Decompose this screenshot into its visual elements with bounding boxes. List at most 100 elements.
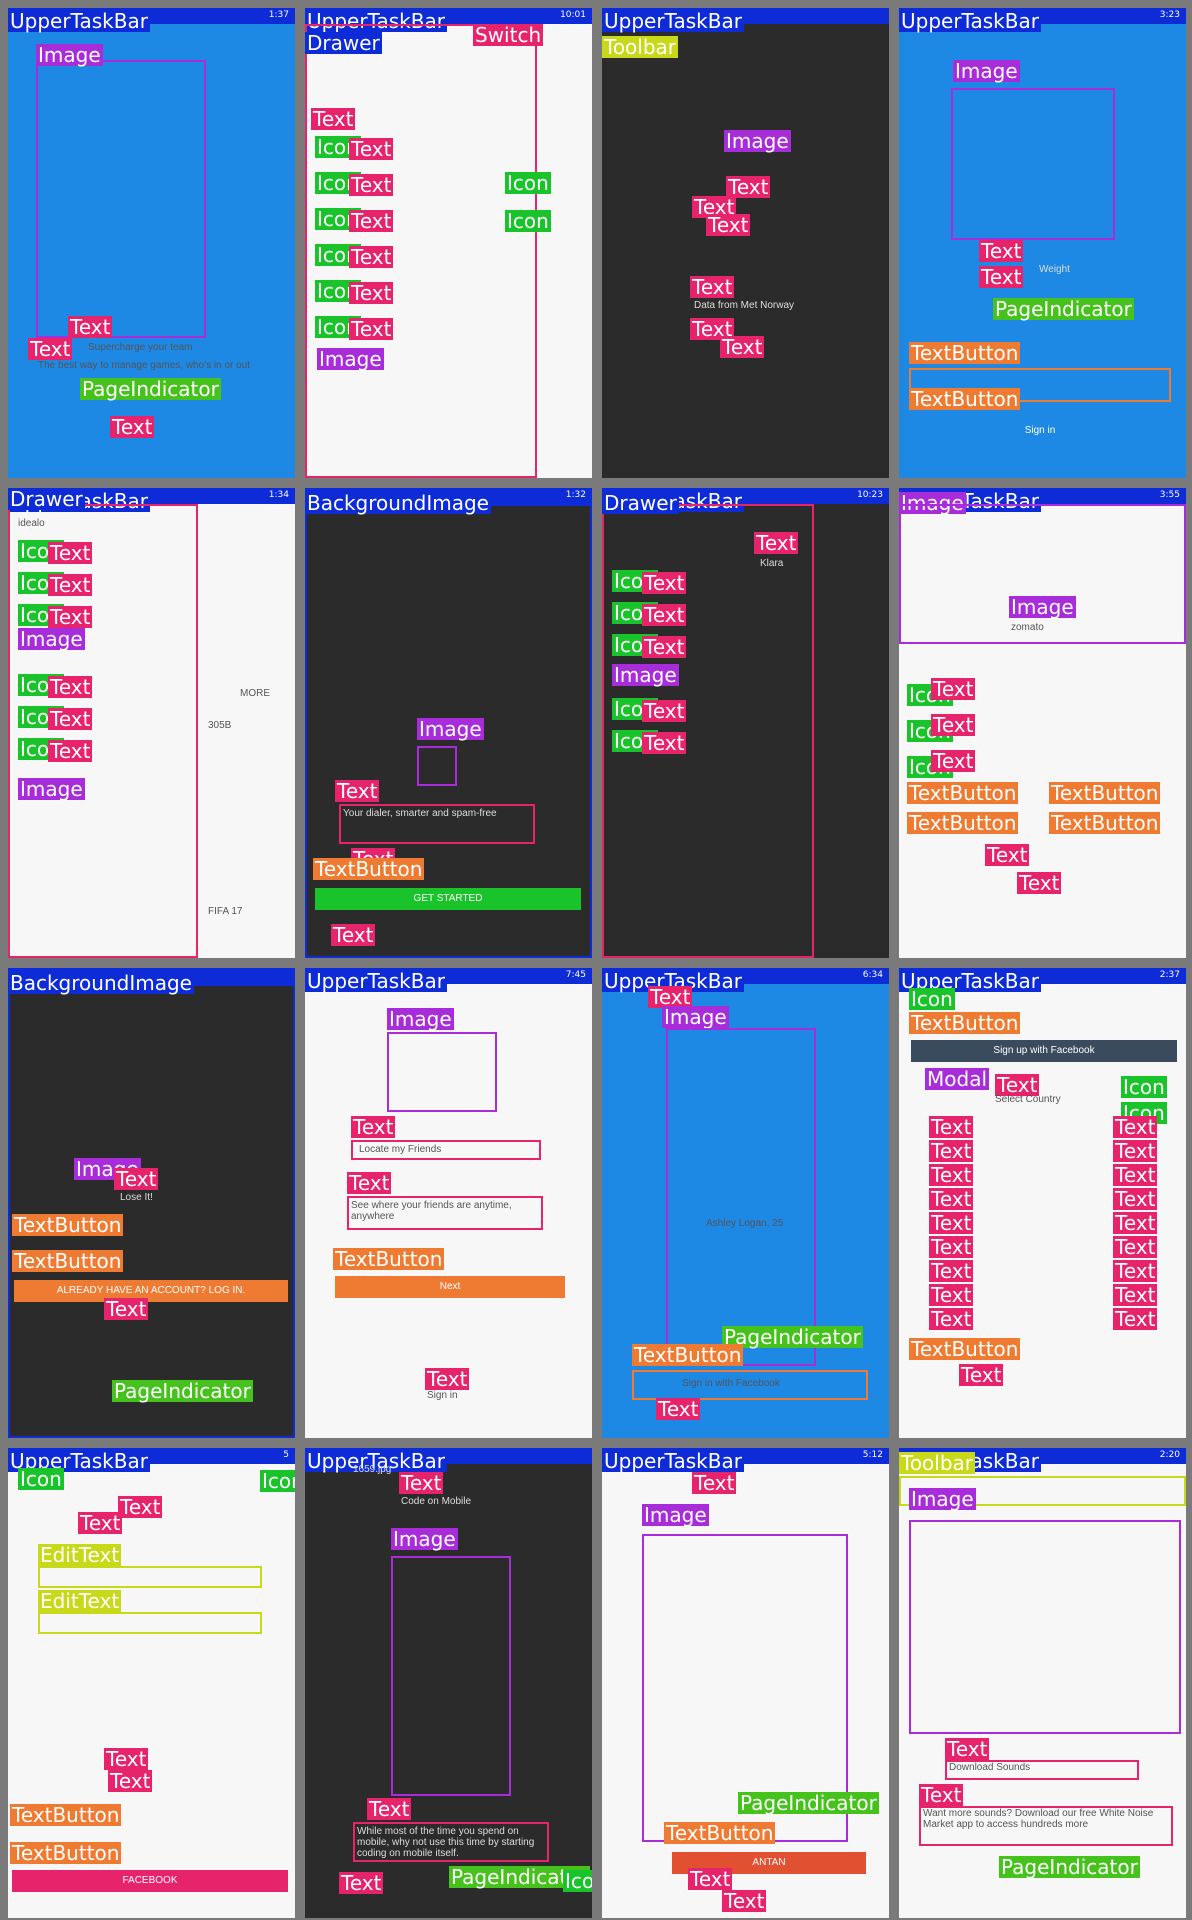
text-label: Text [425,1367,470,1391]
background-image-frame [8,984,295,1438]
status-time: 1:32 [565,490,586,500]
text-label: Text [931,677,976,701]
text-label: Text [78,1511,123,1535]
text-label: Text [48,675,93,699]
text-button-label: TextButton [909,387,1021,411]
text-button-label: TextButton [333,1247,445,1271]
text-label: Text [28,337,73,361]
caption-text: Klara [760,558,784,569]
text-label: Text [48,573,93,597]
image-label: Image [18,777,85,801]
text-label: Text [48,541,93,565]
text-label: Text [349,209,394,233]
text-button-label: TextButton [12,1213,124,1237]
status-time: 2:20 [1159,1450,1180,1460]
screenshot-cell: 7:45 UpperTaskBar Image Text Locate my Frien… [305,968,592,1438]
get-started-button[interactable]: GET STARTED [315,888,581,910]
status-time: 3:23 [1159,10,1180,20]
status-time: 5:12 [862,1450,883,1460]
phone-image-box [666,1028,816,1366]
screenshot-cell: 1:37 UpperTaskBar Image Text Text Supercharge… [8,8,295,478]
image-label: Image [642,1503,709,1527]
text-label: Text [311,107,356,131]
screenshot-cell: 2:37 UpperTaskBar Icon TextButton Sign up wi… [899,968,1186,1438]
text-button-label: TextButton [907,781,1019,805]
status-time: 7:45 [565,970,586,980]
image-label: Image [909,1487,976,1511]
caption-text: While most of the time you spend on mobi… [357,1826,535,1859]
image-label: Image [417,717,484,741]
caption-text: Weight [1039,264,1070,275]
text-label: Text [349,317,394,341]
text-label: Text [1113,1259,1158,1283]
text-label: Text [335,779,380,803]
screenshot-cell: 10:23UpperTaskBarDrawerTextKlaraIconText… [602,488,889,958]
team-image-box [36,60,206,338]
text-label: Text [642,603,687,627]
text-label: Text [931,749,976,773]
text-label: Text [331,923,376,947]
image-label: Image [1009,595,1076,619]
email-field-box [38,1566,262,1588]
status-time: 3:55 [1159,490,1180,500]
caption-text: 305B [208,720,232,731]
text-label: Text [642,699,687,723]
text-button-label: TextButton [313,857,425,881]
background-image-label: BackgroundImage [8,971,194,995]
text-label: Text [720,335,765,359]
map-image-box [387,1032,497,1112]
text-label: Text [339,1871,384,1895]
text-label: Text [114,1167,159,1191]
text-label: Text [1113,1187,1158,1211]
screenshot-cell: UpperTaskBar Toolbar Image Text Text Text Text… [602,8,889,478]
text-label: Text [1017,871,1062,895]
text-label: Text [929,1235,974,1259]
log-in-button[interactable]: ALREADY HAVE AN ACCOUNT? LOG IN. [14,1280,288,1302]
text-label: Text [754,531,799,555]
image-label: Image [612,663,679,687]
caption-text: Lose It! [120,1192,153,1203]
image-label: Image [724,129,791,153]
caption-text: Code on Mobile [401,1496,472,1507]
password-field-box [38,1612,262,1634]
drawer-label: Drawer [602,491,679,515]
image-label: Image [18,627,85,651]
caption-text: Supercharge your team [88,342,193,353]
text-button-label: TextButton [664,1821,776,1845]
text-label: Text [1113,1163,1158,1187]
sign-in-button[interactable]: Sign in [911,420,1169,442]
text-label: Text [985,843,1030,867]
screenshot-cell: 5UpperTaskBarIconIconTextTextEditTextEdi… [8,1448,295,1918]
page-indicator-label: PageIndicator [999,1855,1140,1879]
text-label: Text [931,713,976,737]
caption-text: Download Sounds [949,1762,1031,1773]
text-button-label: TextButton [909,1337,1021,1361]
text-label: Text [642,571,687,595]
caption-text: The best way to manage games, who's in o… [38,360,251,371]
status-time: 10:23 [857,490,883,500]
status-time: 1:37 [268,10,289,20]
next-button[interactable]: Next [335,1276,565,1298]
text-label: Text [929,1307,974,1331]
upper-task-bar-label: UpperTaskBar [602,1449,744,1473]
text-label: Text [690,275,735,299]
text-label: Text [1113,1139,1158,1163]
caption-text: Data from Met Norway [694,300,795,311]
text-label: Text [104,1297,149,1321]
toolbar-label: Toolbar [899,1451,976,1475]
text-button-label: TextButton [907,811,1019,835]
icon-label: Icon [563,1870,592,1892]
text-label: Text [722,1889,767,1913]
page-indicator-label: PageIndicator [993,297,1134,321]
status-time: 6:34 [862,970,883,980]
text-label: Text [1113,1115,1158,1139]
switch-label: Switch [473,23,544,47]
icon-label: Icon [260,1470,295,1492]
text-label: Text [959,1363,1004,1387]
facebook-signup-button[interactable]: Sign up with Facebook [911,1040,1177,1062]
background-image-label: BackgroundImage [305,491,491,515]
screenshot-cell: UpperTaskBarBackgroundImageImageTextLose… [8,968,295,1438]
facebook-login-button[interactable]: FACEBOOK [12,1870,288,1892]
caption-text: Select Country [995,1094,1061,1105]
text-label: Text [399,1471,444,1495]
